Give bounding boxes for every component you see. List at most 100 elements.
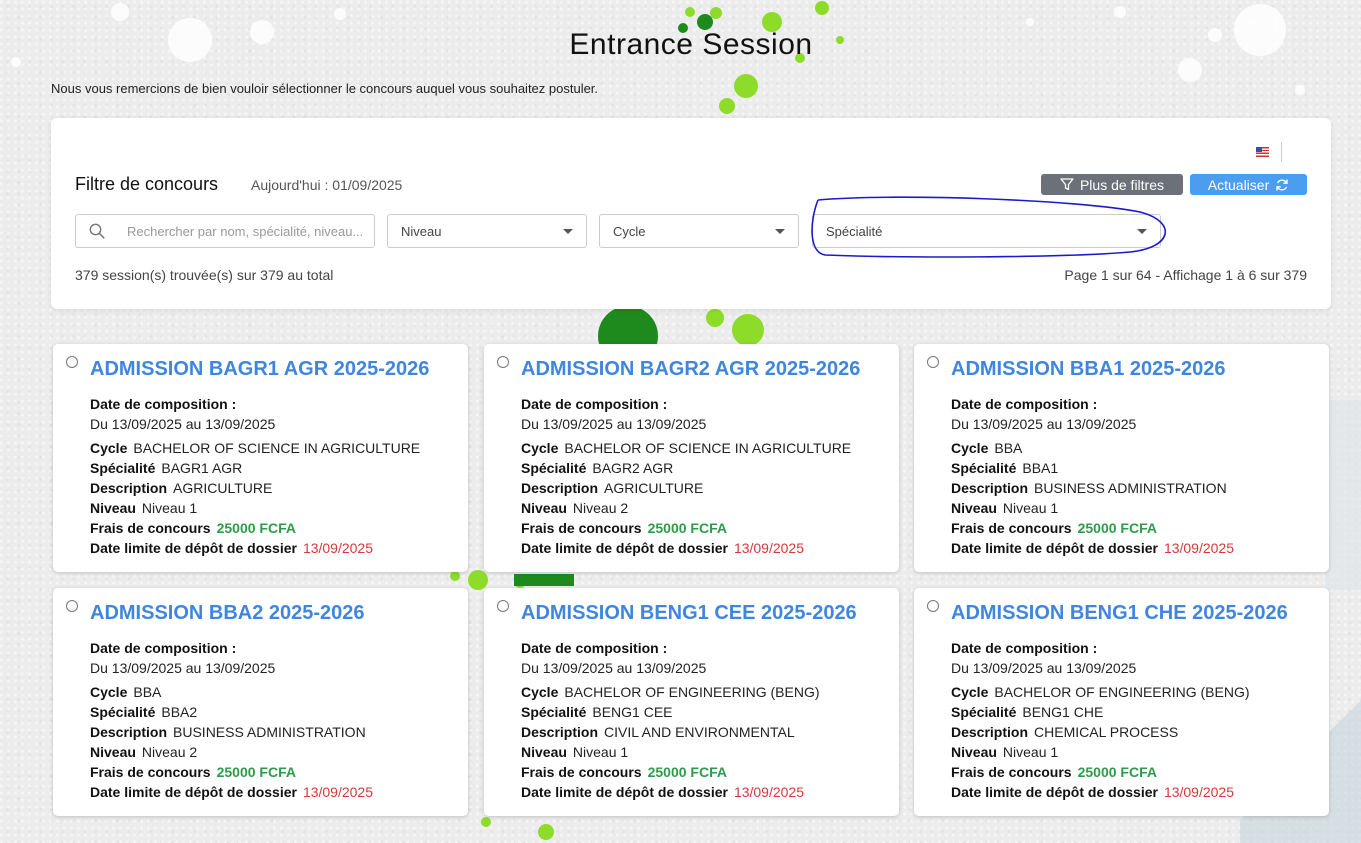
- session-specialite: BAGR1 AGR: [161, 460, 243, 476]
- niveau-select-value: Niveau: [401, 223, 442, 239]
- niveau-label: Niveau: [951, 744, 997, 760]
- specialite-label: Spécialité: [521, 460, 587, 476]
- page-title: Entrance Session: [569, 28, 813, 61]
- session-details: Date de composition : Du 13/09/2025 au 13…: [951, 638, 1250, 802]
- results-count: 379 session(s) trouvée(s) sur 379 au tot…: [75, 267, 334, 283]
- session-niveau: Niveau 1: [572, 744, 629, 760]
- date-limite-label: Date limite de dépôt de dossier: [90, 540, 297, 556]
- description-label: Description: [521, 480, 599, 496]
- session-dates: Du 13/09/2025 au 13/09/2025: [90, 416, 276, 432]
- filter-panel: Filtre de concours Aujourd'hui : 01/09/2…: [51, 118, 1331, 309]
- niveau-select[interactable]: Niveau: [387, 214, 587, 248]
- session-title[interactable]: ADMISSION BBA2 2025-2026: [90, 602, 365, 625]
- session-frais: 25000 FCFA: [216, 520, 296, 536]
- session-card[interactable]: ADMISSION BENG1 CEE 2025-2026 Date de com…: [484, 588, 899, 816]
- session-card[interactable]: ADMISSION BAGR2 AGR 2025-2026 Date de com…: [484, 344, 899, 572]
- session-frais: 25000 FCFA: [1077, 764, 1157, 780]
- pagination-info: Page 1 sur 64 - Affichage 1 à 6 sur 379: [1064, 267, 1307, 283]
- session-cycle: BBA: [133, 684, 162, 700]
- niveau-label: Niveau: [951, 500, 997, 516]
- frais-label: Frais de concours: [90, 520, 211, 536]
- session-cycle: BACHELOR OF SCIENCE IN AGRICULTURE: [564, 440, 852, 456]
- session-description: BUSINESS ADMINISTRATION: [173, 724, 366, 740]
- date-limite-label: Date limite de dépôt de dossier: [90, 784, 297, 800]
- session-specialite: BENG1 CHE: [1022, 704, 1104, 720]
- niveau-label: Niveau: [521, 744, 567, 760]
- session-description: BUSINESS ADMINISTRATION: [1034, 480, 1227, 496]
- session-card[interactable]: ADMISSION BBA1 2025-2026 Date de composit…: [914, 344, 1329, 572]
- session-date-limite: 13/09/2025: [1163, 784, 1235, 800]
- session-card[interactable]: ADMISSION BAGR1 AGR 2025-2026 Date de com…: [53, 344, 468, 572]
- date-composition-label: Date de composition :: [521, 640, 668, 656]
- session-date-limite: 13/09/2025: [302, 540, 374, 556]
- filter-title: Filtre de concours: [75, 174, 219, 194]
- session-details: Date de composition : Du 13/09/2025 au 13…: [951, 394, 1234, 558]
- session-niveau: Niveau 1: [1002, 500, 1059, 516]
- session-cycle: BACHELOR OF SCIENCE IN AGRICULTURE: [133, 440, 421, 456]
- session-card[interactable]: ADMISSION BBA2 2025-2026 Date de composit…: [53, 588, 468, 816]
- session-radio[interactable]: [497, 356, 509, 368]
- session-description: AGRICULTURE: [604, 480, 704, 496]
- session-radio[interactable]: [927, 600, 939, 612]
- session-date-limite: 13/09/2025: [1163, 540, 1235, 556]
- cycle-label: Cycle: [521, 684, 559, 700]
- date-composition-label: Date de composition :: [90, 396, 237, 412]
- description-label: Description: [951, 724, 1029, 740]
- description-label: Description: [951, 480, 1029, 496]
- session-specialite: BBA1: [1022, 460, 1059, 476]
- date-limite-label: Date limite de dépôt de dossier: [951, 540, 1158, 556]
- frais-label: Frais de concours: [951, 764, 1072, 780]
- session-details: Date de composition : Du 13/09/2025 au 13…: [521, 394, 851, 558]
- cycle-label: Cycle: [90, 440, 128, 456]
- session-frais: 25000 FCFA: [1077, 520, 1157, 536]
- session-radio[interactable]: [66, 356, 78, 368]
- cycle-select[interactable]: Cycle: [599, 214, 799, 248]
- session-date-limite: 13/09/2025: [733, 540, 805, 556]
- filter-icon: [1060, 178, 1074, 191]
- specialite-label: Spécialité: [521, 704, 587, 720]
- description-label: Description: [90, 724, 168, 740]
- session-specialite: BBA2: [161, 704, 198, 720]
- session-date-limite: 13/09/2025: [302, 784, 374, 800]
- session-radio[interactable]: [497, 600, 509, 612]
- date-composition-label: Date de composition :: [951, 640, 1098, 656]
- us-flag-icon[interactable]: [1256, 147, 1269, 157]
- frais-label: Frais de concours: [521, 764, 642, 780]
- refresh-button[interactable]: Actualiser: [1190, 174, 1307, 195]
- cycle-label: Cycle: [521, 440, 559, 456]
- chevron-down-icon: [1137, 228, 1147, 234]
- specialite-label: Spécialité: [951, 704, 1017, 720]
- search-input[interactable]: [127, 223, 367, 239]
- specialite-select-value: Spécialité: [826, 223, 883, 239]
- session-details: Date de composition : Du 13/09/2025 au 13…: [521, 638, 820, 802]
- date-composition-label: Date de composition :: [90, 640, 237, 656]
- session-cycle: BACHELOR OF ENGINEERING (BENG): [564, 684, 820, 700]
- session-niveau: Niveau 1: [1002, 744, 1059, 760]
- frais-label: Frais de concours: [951, 520, 1072, 536]
- session-dates: Du 13/09/2025 au 13/09/2025: [521, 416, 707, 432]
- session-dates: Du 13/09/2025 au 13/09/2025: [951, 660, 1137, 676]
- session-details: Date de composition : Du 13/09/2025 au 13…: [90, 394, 420, 558]
- session-radio[interactable]: [66, 600, 78, 612]
- cycle-label: Cycle: [951, 440, 989, 456]
- session-title[interactable]: ADMISSION BENG1 CHE 2025-2026: [951, 602, 1288, 625]
- session-specialite: BAGR2 AGR: [592, 460, 674, 476]
- date-composition-label: Date de composition :: [521, 396, 668, 412]
- session-cycle: BACHELOR OF ENGINEERING (BENG): [994, 684, 1250, 700]
- specialite-select[interactable]: Spécialité: [812, 214, 1161, 248]
- session-title[interactable]: ADMISSION BAGR1 AGR 2025-2026: [90, 358, 429, 381]
- session-title[interactable]: ADMISSION BENG1 CEE 2025-2026: [521, 602, 857, 625]
- session-radio[interactable]: [927, 356, 939, 368]
- session-frais: 25000 FCFA: [647, 520, 727, 536]
- date-limite-label: Date limite de dépôt de dossier: [521, 540, 728, 556]
- session-title[interactable]: ADMISSION BAGR2 AGR 2025-2026: [521, 358, 860, 381]
- session-niveau: Niveau 2: [141, 744, 198, 760]
- niveau-label: Niveau: [90, 744, 136, 760]
- session-card[interactable]: ADMISSION BENG1 CHE 2025-2026 Date de com…: [914, 588, 1329, 816]
- session-specialite: BENG1 CEE: [592, 704, 673, 720]
- more-filters-button[interactable]: Plus de filtres: [1041, 174, 1183, 195]
- description-label: Description: [90, 480, 168, 496]
- session-frais: 25000 FCFA: [216, 764, 296, 780]
- cycle-label: Cycle: [951, 684, 989, 700]
- session-title[interactable]: ADMISSION BBA1 2025-2026: [951, 358, 1226, 381]
